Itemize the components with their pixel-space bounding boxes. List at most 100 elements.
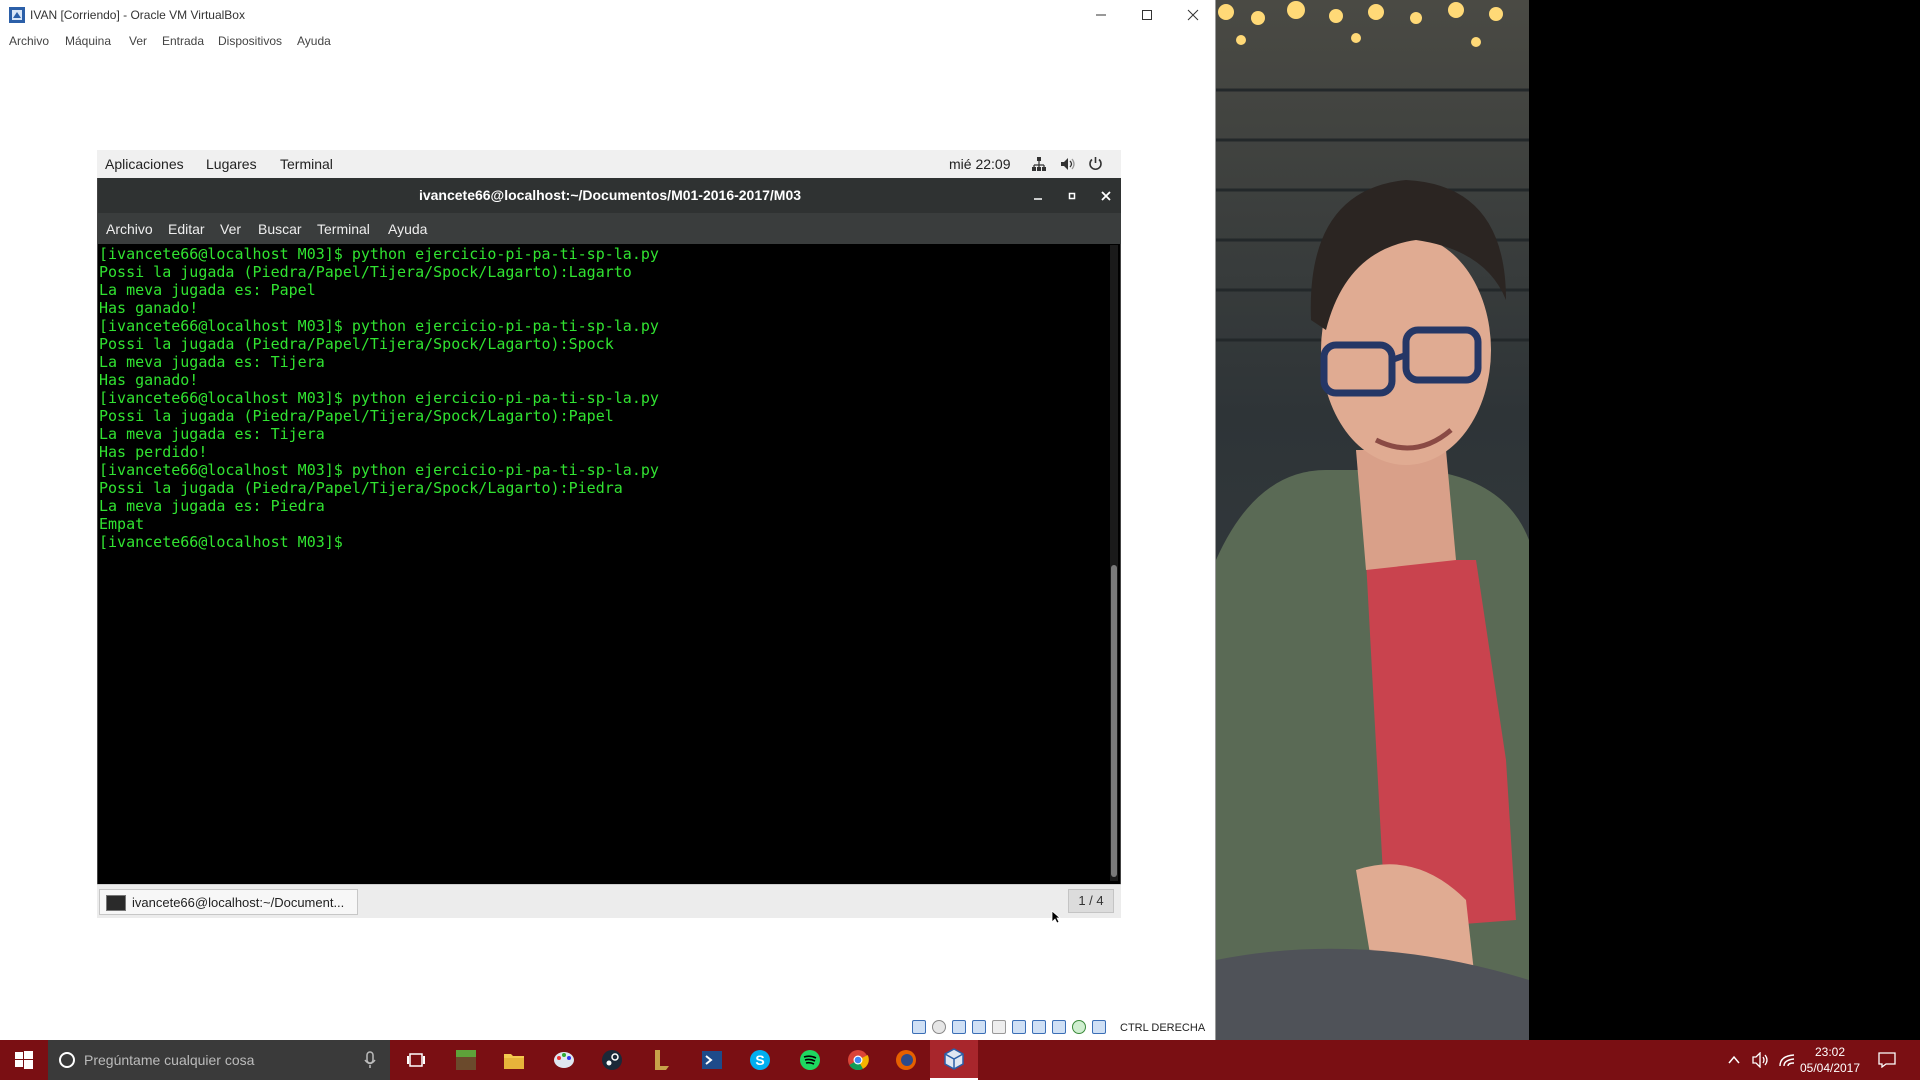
terminal-line: Possi la jugada (Piedra/Papel/Tijera/Spo… [99,407,614,425]
optical-drive-icon[interactable] [932,1020,946,1034]
virtualbox-app-icon [9,7,25,23]
task-view-icon [407,1053,425,1067]
vbox-statusbar: CTRL DERECHA [0,1016,1215,1040]
workspace-indicator[interactable]: 1 / 4 [1068,889,1114,913]
maximize-icon [1068,192,1076,200]
svg-text:S: S [755,1052,764,1068]
terminal-line: Possi la jugada (Piedra/Papel/Tijera/Spo… [99,263,632,281]
gnome-places-menu[interactable]: Lugares [206,156,257,172]
gnome-clock[interactable]: mié 22:09 [949,156,1010,172]
terminal-line: La meva jugada es: Tijera [99,353,325,371]
close-icon [1187,9,1199,21]
terminal-line: La meva jugada es: Tijera [99,425,325,443]
vbox-titlebar[interactable]: IVAN [Corriendo] - Oracle VM VirtualBox [0,0,1215,30]
terminal-output[interactable]: [ivancete66@localhost M03]$ python ejerc… [99,245,1106,881]
search-placeholder: Pregúntame cualquier cosa [84,1052,255,1068]
start-button[interactable] [0,1040,48,1080]
terminal-line: La meva jugada es: Papel [99,281,316,299]
virtualbox-icon [944,1048,964,1070]
terminal-menu-archivo[interactable]: Archivo [106,221,153,237]
video-capture-icon[interactable] [1052,1020,1066,1034]
terminal-menu-ver[interactable]: Ver [220,221,241,237]
terminal-scrollbar[interactable] [1110,245,1118,881]
steam-button[interactable] [588,1040,636,1080]
task-view-button[interactable] [392,1040,440,1080]
skype-icon: S [750,1050,770,1070]
maximize-icon [1142,10,1152,20]
terminal-window[interactable]: ivancete66@localhost:~/Documentos/M01-20… [97,178,1121,884]
terminal-icon [106,895,126,911]
terminal-line: Has ganado! [99,371,199,389]
mouse-cursor-icon [1051,910,1061,924]
minimize-button[interactable] [1078,0,1124,30]
terminal-titlebar[interactable]: ivancete66@localhost:~/Documentos/M01-20… [98,178,1121,213]
window-title: IVAN [Corriendo] - Oracle VM VirtualBox [30,8,245,22]
powershell-button[interactable] [688,1040,736,1080]
firefox-button[interactable] [882,1040,930,1080]
microphone-icon[interactable] [364,1051,376,1069]
menu-entrada[interactable]: Entrada [162,34,204,48]
host-key-label: CTRL DERECHA [1120,1022,1206,1034]
league-of-legends-icon [655,1050,669,1070]
menu-ayuda[interactable]: Ayuda [297,34,331,48]
virtualbox-window: IVAN [Corriendo] - Oracle VM VirtualBox … [0,0,1216,1040]
terminal-line: [ivancete66@localhost M03]$ python ejerc… [99,389,659,407]
terminal-line: [ivancete66@localhost M03]$ python ejerc… [99,461,659,479]
minecraft-icon [456,1050,476,1070]
terminal-maximize-button[interactable] [1062,186,1082,206]
gnome-terminal-menu[interactable]: Terminal [280,156,333,172]
audio-icon[interactable] [952,1020,966,1034]
hard-disk-icon[interactable] [912,1020,926,1034]
terminal-menu-editar[interactable]: Editar [168,221,205,237]
spotify-button[interactable] [786,1040,834,1080]
usb-icon[interactable] [992,1020,1006,1034]
minecraft-button[interactable] [442,1040,490,1080]
gnome-applications-menu[interactable]: Aplicaciones [105,156,184,172]
cortana-search-box[interactable]: Pregúntame cualquier cosa [48,1040,390,1080]
power-icon[interactable] [1088,156,1103,171]
gnome-top-bar: Aplicaciones Lugares Terminal mié 22:09 [97,150,1121,178]
paint-button[interactable] [540,1040,588,1080]
network-adapter-icon[interactable] [972,1020,986,1034]
powershell-icon [702,1051,722,1069]
volume-icon[interactable] [1060,157,1076,171]
window-list-terminal-button[interactable]: ivancete66@localhost:~/Document... [99,889,358,915]
file-explorer-icon [504,1054,524,1069]
terminal-minimize-button[interactable] [1028,186,1048,206]
minimize-icon [1096,14,1106,16]
menu-ver[interactable]: Ver [129,34,147,48]
close-button[interactable] [1170,0,1215,30]
menu-dispositivos[interactable]: Dispositivos [218,34,282,48]
terminal-prompt: [ivancete66@localhost M03]$ [99,533,352,551]
league-of-legends-button[interactable] [638,1040,686,1080]
menu-archivo[interactable]: Archivo [9,34,49,48]
cortana-icon [59,1052,75,1068]
clock[interactable]: 23:02 05/04/2017 [1785,1044,1875,1076]
terminal-menu-terminal[interactable]: Terminal [317,221,370,237]
scrollbar-thumb[interactable] [1111,565,1117,877]
terminal-menu-ayuda[interactable]: Ayuda [388,221,427,237]
network-icon[interactable] [1032,157,1046,171]
terminal-menu-buscar[interactable]: Buscar [258,221,302,237]
shared-folders-icon[interactable] [1012,1020,1026,1034]
terminal-title: ivancete66@localhost:~/Documentos/M01-20… [418,187,802,203]
windows-taskbar: Pregúntame cualquier cosa S 23:02 05/04/… [0,1040,1920,1080]
speaker-icon[interactable] [1752,1052,1770,1068]
steam-icon [602,1050,622,1070]
chrome-button[interactable] [834,1040,882,1080]
terminal-line: Has perdido! [99,443,208,461]
action-center-icon[interactable] [1878,1052,1896,1068]
file-explorer-button[interactable] [490,1040,538,1080]
skype-button[interactable]: S [736,1040,784,1080]
terminal-line: Possi la jugada (Piedra/Papel/Tijera/Spo… [99,479,623,497]
terminal-close-button[interactable] [1096,186,1116,206]
mouse-integration-icon[interactable] [1092,1020,1106,1034]
chevron-up-icon[interactable] [1728,1055,1740,1065]
guest-screen[interactable]: Aplicaciones Lugares Terminal mié 22:09 … [97,150,1121,918]
guest-additions-icon[interactable] [1072,1020,1086,1034]
virtualbox-taskbar-button[interactable] [930,1040,978,1080]
display-icon[interactable] [1032,1020,1046,1034]
menu-maquina[interactable]: Máquina [65,34,111,48]
maximize-button[interactable] [1124,0,1170,30]
windows-logo-icon [15,1051,33,1069]
